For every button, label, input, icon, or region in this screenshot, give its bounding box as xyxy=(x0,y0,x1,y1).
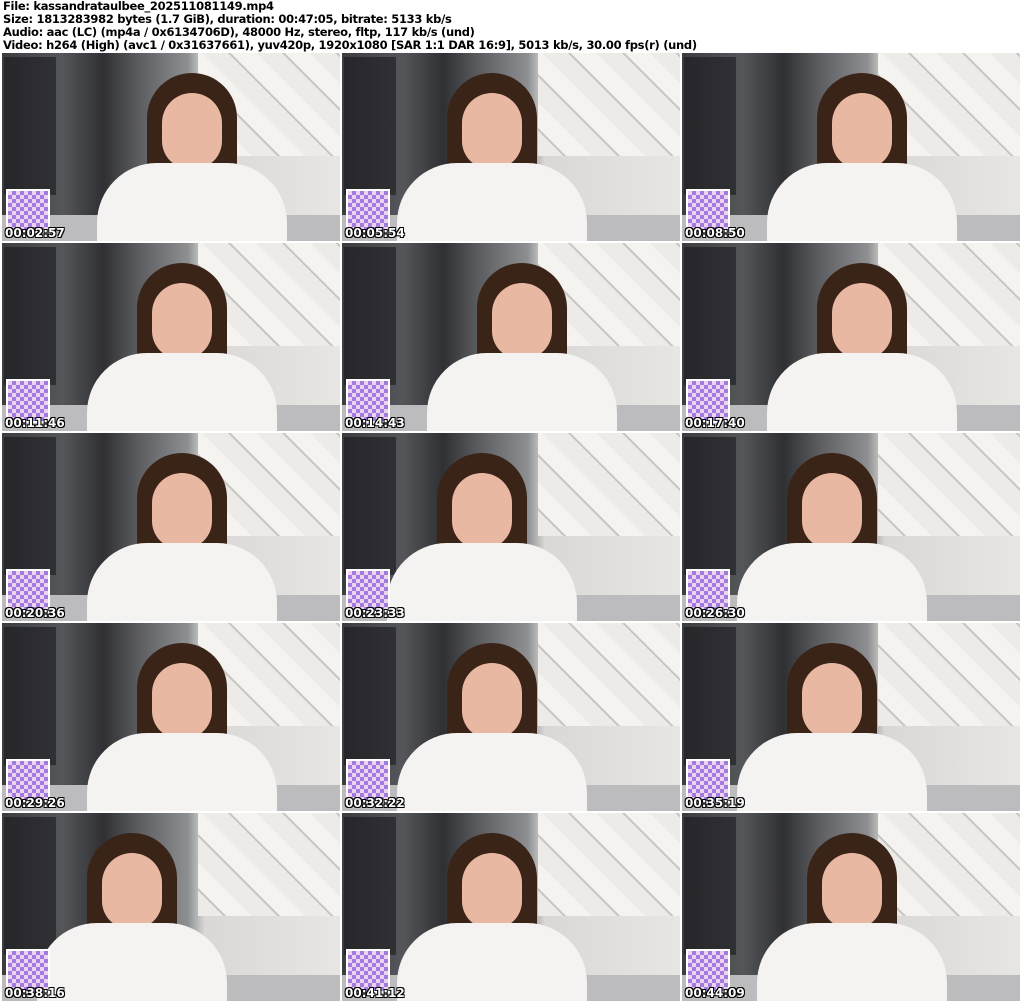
person-shirt xyxy=(87,543,277,621)
quilted-wall xyxy=(538,623,680,727)
tip-menu-overlay xyxy=(4,437,56,575)
person-shirt xyxy=(757,923,947,1001)
person-face xyxy=(802,663,862,739)
file-info-header: File: kassandrataulbee_202511081149.mp4 … xyxy=(3,0,697,52)
person-shirt xyxy=(767,353,957,431)
video-thumbnail[interactable]: 00:17:40 xyxy=(682,243,1020,431)
person-shirt xyxy=(737,543,927,621)
video-thumbnail[interactable]: 00:14:43 xyxy=(342,243,680,431)
video-thumbnail[interactable]: 00:38:16 xyxy=(2,813,340,1001)
person-face xyxy=(102,853,162,929)
person-face xyxy=(832,283,892,359)
person-face xyxy=(462,93,522,169)
timestamp: 00:08:50 xyxy=(685,226,745,240)
tip-menu-overlay xyxy=(684,57,736,195)
timestamp: 00:17:40 xyxy=(685,416,745,430)
tip-menu-overlay xyxy=(4,57,56,195)
person-face xyxy=(452,473,512,549)
tip-menu-overlay xyxy=(344,57,396,195)
video-thumbnail[interactable]: 00:02:57 xyxy=(2,53,340,241)
tip-menu-overlay xyxy=(684,817,736,955)
tip-menu-overlay xyxy=(344,627,396,765)
person-shirt xyxy=(397,163,587,241)
tip-menu-overlay xyxy=(684,437,736,575)
timestamp: 00:11:46 xyxy=(5,416,65,430)
quilted-wall xyxy=(878,433,1020,537)
timestamp: 00:38:16 xyxy=(5,986,65,1000)
tip-menu-overlay xyxy=(684,627,736,765)
tip-menu-overlay xyxy=(344,817,396,955)
timestamp: 00:41:12 xyxy=(345,986,405,1000)
tip-menu-overlay xyxy=(684,247,736,385)
quilted-wall xyxy=(198,813,340,917)
video-thumbnail[interactable]: 00:44:09 xyxy=(682,813,1020,1001)
person-face xyxy=(152,473,212,549)
person-shirt xyxy=(87,353,277,431)
person-face xyxy=(492,283,552,359)
tip-menu-overlay xyxy=(344,437,396,575)
video-thumbnail[interactable]: 00:32:22 xyxy=(342,623,680,811)
video-thumbnail[interactable]: 00:29:26 xyxy=(2,623,340,811)
video-thumbnail[interactable]: 00:26:30 xyxy=(682,433,1020,621)
person-shirt xyxy=(397,733,587,811)
quilted-wall xyxy=(538,813,680,917)
person-shirt xyxy=(397,923,587,1001)
tip-menu-overlay xyxy=(344,247,396,385)
person-face xyxy=(832,93,892,169)
timestamp: 00:29:26 xyxy=(5,796,65,810)
timestamp: 00:23:33 xyxy=(345,606,405,620)
timestamp: 00:26:30 xyxy=(685,606,745,620)
timestamp: 00:05:54 xyxy=(345,226,405,240)
person-shirt xyxy=(767,163,957,241)
timestamp: 00:02:57 xyxy=(5,226,65,240)
person-shirt xyxy=(87,733,277,811)
quilted-wall xyxy=(878,813,1020,917)
timestamp: 00:20:36 xyxy=(5,606,65,620)
person-face xyxy=(822,853,882,929)
person-shirt xyxy=(387,543,577,621)
tip-menu-overlay xyxy=(4,817,56,955)
person-face xyxy=(152,663,212,739)
person-face xyxy=(462,663,522,739)
timestamp: 00:14:43 xyxy=(345,416,405,430)
video-info: Video: h264 (High) (avc1 / 0x31637661), … xyxy=(3,38,697,52)
quilted-wall xyxy=(538,53,680,157)
video-thumbnail[interactable]: 00:05:54 xyxy=(342,53,680,241)
tip-menu-overlay xyxy=(4,247,56,385)
video-thumbnail[interactable]: 00:11:46 xyxy=(2,243,340,431)
thumbnail-grid: 00:02:57 00:05:54 00:08:50 00:11:46 00:1… xyxy=(2,53,1020,1001)
video-thumbnail[interactable]: 00:08:50 xyxy=(682,53,1020,241)
person-shirt xyxy=(427,353,617,431)
person-face xyxy=(802,473,862,549)
person-shirt xyxy=(737,733,927,811)
timestamp: 00:44:09 xyxy=(685,986,745,1000)
video-thumbnail[interactable]: 00:23:33 xyxy=(342,433,680,621)
timestamp: 00:32:22 xyxy=(345,796,405,810)
quilted-wall xyxy=(878,623,1020,727)
quilted-wall xyxy=(538,433,680,537)
person-shirt xyxy=(97,163,287,241)
timestamp: 00:35:19 xyxy=(685,796,745,810)
video-thumbnail[interactable]: 00:20:36 xyxy=(2,433,340,621)
video-thumbnail[interactable]: 00:41:12 xyxy=(342,813,680,1001)
person-face xyxy=(152,283,212,359)
video-thumbnail[interactable]: 00:35:19 xyxy=(682,623,1020,811)
person-face xyxy=(462,853,522,929)
tip-menu-overlay xyxy=(4,627,56,765)
person-face xyxy=(162,93,222,169)
person-shirt xyxy=(37,923,227,1001)
